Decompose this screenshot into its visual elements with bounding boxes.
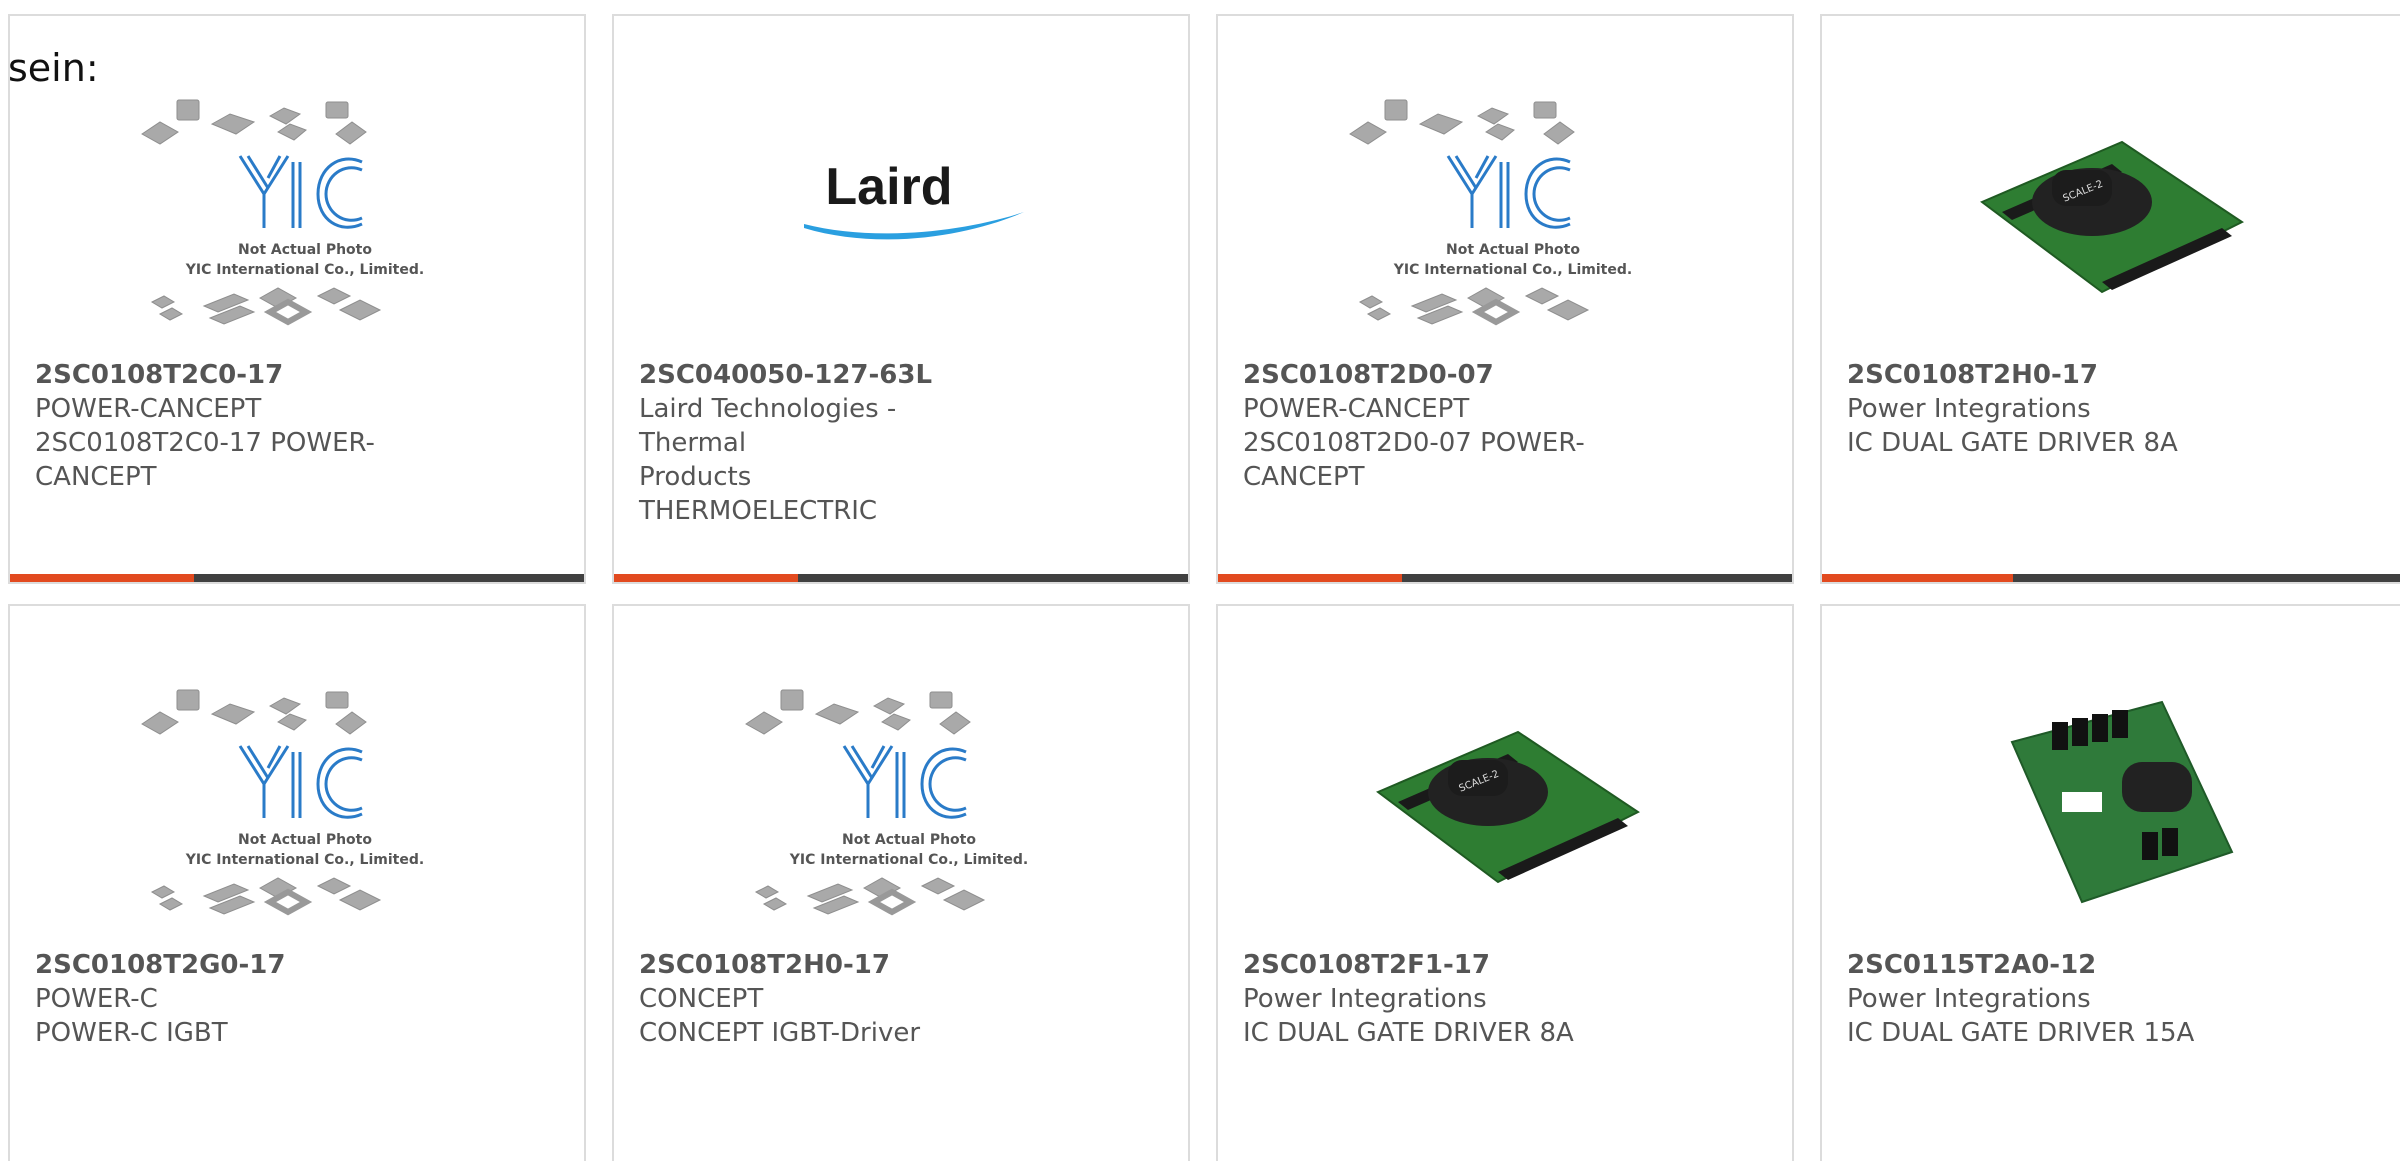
part-number-link[interactable]: 2SC0108T2F1-17 bbox=[1243, 948, 1612, 982]
placeholder-image[interactable]: Not Actual Photo YIC International Co., … bbox=[130, 682, 480, 952]
part-number-link[interactable]: 2SC0115T2A0-12 bbox=[1847, 948, 2238, 982]
product-card[interactable]: SCALE-2 2SC0108T2H0-17 Power Integration… bbox=[1820, 14, 2400, 584]
card-progress-fill bbox=[614, 574, 798, 582]
product-description: IC DUAL GATE DRIVER 8A bbox=[1243, 1018, 1574, 1048]
product-card[interactable]: SCALE-2 2SC0108T2F1-17 Power Integration… bbox=[1216, 604, 1794, 1161]
product-description: POWER-C IGBT bbox=[35, 1018, 228, 1048]
product-description: Products bbox=[639, 462, 752, 492]
placeholder-image[interactable]: Not Actual Photo YIC International Co., … bbox=[734, 682, 1084, 952]
manufacturer-name: Power Integrations bbox=[1847, 394, 2091, 424]
manufacturer-name: Laird Technologies - Thermal bbox=[639, 394, 897, 458]
svg-text:Not Actual Photo: Not Actual Photo bbox=[1446, 242, 1580, 258]
part-number-link[interactable]: 2SC040050-127-63L bbox=[639, 358, 1008, 392]
card-progress-bar bbox=[1822, 574, 2400, 582]
product-image[interactable]: SCALE-2 bbox=[1942, 92, 2292, 362]
svg-text:Not Actual Photo: Not Actual Photo bbox=[842, 832, 976, 848]
product-info: 2SC0108T2F1-17 Power Integrations IC DUA… bbox=[1243, 948, 1612, 1050]
product-description: 2SC0108T2D0-07 POWER- bbox=[1243, 428, 1585, 458]
product-image[interactable]: SCALE-2 bbox=[1338, 682, 1688, 952]
svg-text:Not Actual Photo: Not Actual Photo bbox=[238, 832, 372, 848]
part-number-link[interactable]: 2SC0108T2G0-17 bbox=[35, 948, 404, 982]
product-card[interactable]: Not Actual Photo YIC International Co., … bbox=[8, 14, 586, 584]
svg-text:Not Actual Photo: Not Actual Photo bbox=[238, 242, 372, 258]
manufacturer-name: Power Integrations bbox=[1243, 984, 1487, 1014]
part-number-link[interactable]: 2SC0108T2H0-17 bbox=[1847, 358, 2238, 392]
product-card[interactable]: Not Actual Photo YIC International Co., … bbox=[612, 604, 1190, 1161]
product-description: 2SC0108T2C0-17 POWER- bbox=[35, 428, 375, 458]
product-card[interactable]: Laird 2SC040050-127-63L Laird Technologi… bbox=[612, 14, 1190, 584]
svg-text:YIC International Co., Limited: YIC International Co., Limited. bbox=[185, 262, 424, 278]
product-info: 2SC0108T2G0-17 POWER-C POWER-C IGBT bbox=[35, 948, 404, 1050]
manufacturer-name: POWER-C bbox=[35, 984, 158, 1014]
product-card[interactable]: Not Actual Photo YIC International Co., … bbox=[8, 604, 586, 1161]
product-description-cont: CANCEPT bbox=[35, 462, 157, 492]
part-number-link[interactable]: 2SC0108T2H0-17 bbox=[639, 948, 1008, 982]
product-card[interactable]: Not Actual Photo YIC International Co., … bbox=[1216, 14, 1794, 584]
placeholder-image[interactable]: Not Actual Photo YIC International Co., … bbox=[1338, 92, 1688, 362]
product-card[interactable]: 2SC0115T2A0-12 Power Integrations IC DUA… bbox=[1820, 604, 2400, 1161]
part-number-link[interactable]: 2SC0108T2C0-17 bbox=[35, 358, 404, 392]
manufacturer-name: Power Integrations bbox=[1847, 984, 2091, 1014]
manufacturer-logo[interactable]: Laird bbox=[734, 92, 1084, 362]
product-grid-page: sein: Not Actual Photo YIC International… bbox=[0, 0, 2400, 1161]
manufacturer-name: POWER-CANCEPT bbox=[1243, 394, 1470, 424]
card-progress-fill bbox=[1218, 574, 1402, 582]
product-description: IC DUAL GATE DRIVER 15A bbox=[1847, 1018, 2195, 1048]
svg-text:YIC International Co., Limited: YIC International Co., Limited. bbox=[789, 852, 1028, 868]
placeholder-image[interactable]: Not Actual Photo YIC International Co., … bbox=[130, 92, 480, 362]
product-info: 2SC040050-127-63L Laird Technologies - T… bbox=[639, 358, 1008, 528]
product-description: CONCEPT IGBT-Driver bbox=[639, 1018, 921, 1048]
product-info: 2SC0115T2A0-12 Power Integrations IC DUA… bbox=[1847, 948, 2238, 1050]
manufacturer-name: POWER-CANCEPT bbox=[35, 394, 262, 424]
card-progress-fill bbox=[1822, 574, 2013, 582]
intro-text: sein: bbox=[8, 46, 99, 90]
manufacturer-name: CONCEPT bbox=[639, 984, 764, 1014]
card-progress-fill bbox=[10, 574, 194, 582]
product-description-cont: CANCEPT bbox=[1243, 462, 1365, 492]
svg-text:Laird: Laird bbox=[825, 158, 952, 216]
product-info: 2SC0108T2H0-17 Power Integrations IC DUA… bbox=[1847, 358, 2238, 460]
card-progress-bar bbox=[614, 574, 1188, 582]
product-info: 2SC0108T2C0-17 POWER-CANCEPT 2SC0108T2C0… bbox=[35, 358, 404, 494]
product-image[interactable] bbox=[1942, 682, 2292, 952]
card-progress-bar bbox=[1218, 574, 1792, 582]
product-info: 2SC0108T2D0-07 POWER-CANCEPT 2SC0108T2D0… bbox=[1243, 358, 1612, 494]
part-number-link[interactable]: 2SC0108T2D0-07 bbox=[1243, 358, 1612, 392]
product-info: 2SC0108T2H0-17 CONCEPT CONCEPT IGBT-Driv… bbox=[639, 948, 1008, 1050]
svg-text:YIC International Co., Limited: YIC International Co., Limited. bbox=[185, 852, 424, 868]
card-progress-bar bbox=[10, 574, 584, 582]
product-description: IC DUAL GATE DRIVER 8A bbox=[1847, 428, 2178, 458]
product-description-cont: THERMOELECTRIC bbox=[639, 496, 878, 526]
svg-text:YIC International Co., Limited: YIC International Co., Limited. bbox=[1393, 262, 1632, 278]
